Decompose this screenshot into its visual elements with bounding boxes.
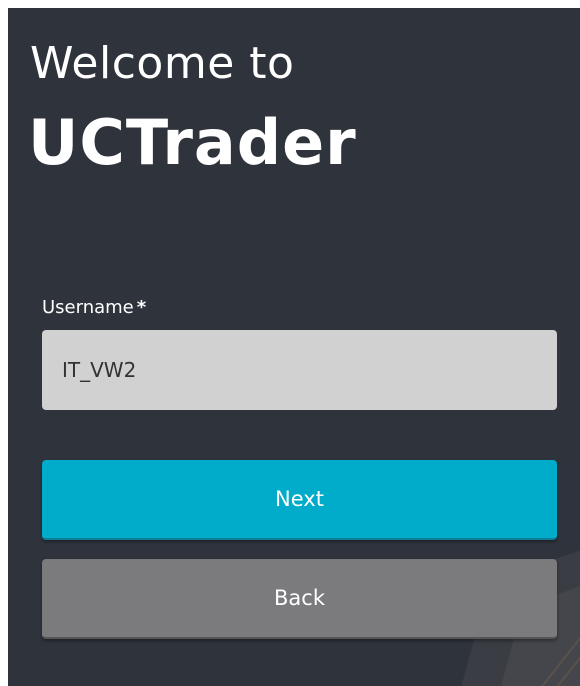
welcome-heading: Welcome to bbox=[30, 38, 295, 89]
username-label-text: Username bbox=[42, 297, 134, 318]
username-label: Username * bbox=[42, 296, 146, 320]
required-marker: * bbox=[136, 297, 147, 318]
back-button-label: Back bbox=[274, 586, 325, 610]
next-button[interactable]: Next bbox=[42, 460, 557, 540]
username-input[interactable] bbox=[42, 330, 557, 410]
next-button-label: Next bbox=[275, 487, 324, 511]
brand-title: UCTrader bbox=[28, 106, 357, 179]
login-panel: Welcome to UCTrader Username* Next Back bbox=[8, 8, 580, 686]
back-button[interactable]: Back bbox=[42, 559, 557, 639]
